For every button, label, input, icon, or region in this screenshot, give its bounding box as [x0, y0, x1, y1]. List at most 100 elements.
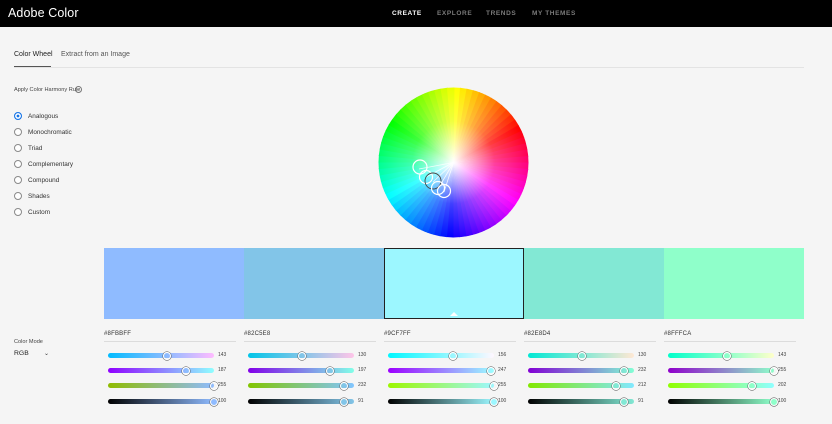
swatch-5[interactable]	[664, 248, 804, 319]
slider-handle[interactable]	[620, 366, 629, 375]
swatch-3-selected[interactable]	[384, 248, 524, 319]
red-slider[interactable]	[108, 351, 214, 360]
slider-value[interactable]: 91	[638, 398, 644, 404]
hex-value[interactable]: #82E8D4	[524, 331, 550, 337]
green-slider[interactable]	[108, 366, 214, 375]
blue-slider[interactable]	[388, 381, 498, 390]
harmony-option-triad[interactable]: Triad	[14, 143, 42, 153]
slider-value[interactable]: 143	[778, 352, 786, 358]
slider-value[interactable]: 255	[778, 367, 786, 373]
radio-icon[interactable]	[14, 144, 22, 152]
hex-underline	[664, 341, 796, 342]
slider-handle[interactable]	[612, 381, 621, 390]
red-slider[interactable]	[388, 351, 494, 360]
tab-extract-from-image[interactable]: Extract from an Image	[61, 51, 130, 58]
harmony-option-shades[interactable]: Shades	[14, 191, 50, 201]
green-slider[interactable]	[668, 366, 778, 375]
hex-value[interactable]: #82C5E8	[244, 331, 270, 337]
hex-underline	[244, 341, 376, 342]
slider-handle[interactable]	[210, 381, 218, 390]
brightness-slider[interactable]	[528, 397, 634, 406]
slider-handle[interactable]	[770, 397, 778, 406]
radio-selected-icon[interactable]	[14, 112, 22, 120]
slider-handle[interactable]	[620, 397, 629, 406]
red-slider[interactable]	[528, 351, 634, 360]
harmony-option-complementary[interactable]: Complementary	[14, 159, 73, 169]
slider-handle[interactable]	[490, 381, 498, 390]
radio-icon[interactable]	[14, 208, 22, 216]
slider-handle[interactable]	[770, 366, 778, 375]
slider-value[interactable]: 255	[218, 382, 226, 388]
top-bar: Adobe Color CREATE EXPLORE TRENDS MY THE…	[0, 0, 832, 27]
slider-handle[interactable]	[490, 397, 498, 406]
radio-icon[interactable]	[14, 192, 22, 200]
tab-divider	[14, 67, 804, 68]
slider-value[interactable]: 212	[638, 382, 646, 388]
slider-value[interactable]: 187	[218, 367, 226, 373]
swatch-2[interactable]	[244, 248, 384, 319]
slider-handle[interactable]	[747, 381, 756, 390]
swatch-1[interactable]	[104, 248, 244, 319]
slider-value[interactable]: 247	[498, 367, 506, 373]
app-title[interactable]: Adobe Color	[8, 6, 79, 20]
slider-handle[interactable]	[448, 351, 457, 360]
slider-value[interactable]: 91	[358, 398, 364, 404]
hex-value[interactable]: #8FFFCA	[664, 331, 691, 337]
slider-handle[interactable]	[210, 397, 218, 406]
slider-value[interactable]: 232	[358, 382, 366, 388]
slider-handle[interactable]	[325, 366, 334, 375]
harmony-option-custom[interactable]: Custom	[14, 207, 50, 217]
harmony-option-label: Triad	[28, 144, 43, 152]
slider-value[interactable]: 156	[498, 352, 506, 358]
slider-value[interactable]: 100	[218, 398, 226, 404]
blue-slider[interactable]	[668, 381, 774, 390]
brightness-slider[interactable]	[108, 397, 218, 406]
slider-handle[interactable]	[486, 366, 495, 375]
slider-value[interactable]: 143	[218, 352, 226, 358]
nav-my-themes[interactable]: MY THEMES	[532, 10, 576, 17]
slider-value[interactable]: 100	[778, 398, 786, 404]
nav-create[interactable]: CREATE	[392, 10, 422, 17]
radio-icon[interactable]	[14, 128, 22, 136]
slider-value[interactable]: 202	[778, 382, 786, 388]
slider-value[interactable]: 130	[358, 352, 366, 358]
red-slider[interactable]	[668, 351, 774, 360]
harmony-option-analogous[interactable]: Analogous	[14, 111, 58, 121]
slider-value[interactable]: 100	[498, 398, 506, 404]
green-slider[interactable]	[248, 366, 354, 375]
slider-handle[interactable]	[163, 351, 172, 360]
slider-handle[interactable]	[578, 351, 587, 360]
radio-icon[interactable]	[14, 160, 22, 168]
radio-icon[interactable]	[14, 176, 22, 184]
slider-handle[interactable]	[298, 351, 307, 360]
slider-value[interactable]: 255	[498, 382, 506, 388]
slider-value[interactable]: 232	[638, 367, 646, 373]
help-circle-icon[interactable]: ?	[75, 86, 82, 93]
slider-handle[interactable]	[340, 381, 349, 390]
red-slider[interactable]	[248, 351, 354, 360]
nav-trends[interactable]: TRENDS	[486, 10, 516, 17]
nav-explore[interactable]: EXPLORE	[437, 10, 472, 17]
blue-slider[interactable]	[528, 381, 634, 390]
slider-handle[interactable]	[181, 366, 190, 375]
harmony-option-compound[interactable]: Compound	[14, 175, 59, 185]
hex-value[interactable]: #9CF7FF	[384, 331, 411, 337]
harmony-option-label: Shades	[28, 192, 50, 200]
blue-slider[interactable]	[248, 381, 354, 390]
slider-value[interactable]: 197	[358, 367, 366, 373]
green-slider[interactable]	[528, 366, 634, 375]
brightness-slider[interactable]	[388, 397, 498, 406]
brightness-slider[interactable]	[248, 397, 354, 406]
hex-value[interactable]: #8FBBFF	[104, 331, 131, 337]
swatch-4[interactable]	[524, 248, 664, 319]
slider-handle[interactable]	[340, 397, 349, 406]
brightness-slider[interactable]	[668, 397, 778, 406]
tab-color-wheel[interactable]: Color Wheel	[14, 51, 53, 58]
green-slider[interactable]	[388, 366, 495, 375]
slider-value[interactable]: 130	[638, 352, 646, 358]
slider-handle[interactable]	[723, 351, 732, 360]
harmony-option-monochromatic[interactable]: Monochromatic	[14, 127, 72, 137]
color-wheel[interactable]	[378, 87, 529, 238]
chevron-down-icon[interactable]: ⌄	[44, 350, 49, 357]
blue-slider[interactable]	[108, 381, 218, 390]
